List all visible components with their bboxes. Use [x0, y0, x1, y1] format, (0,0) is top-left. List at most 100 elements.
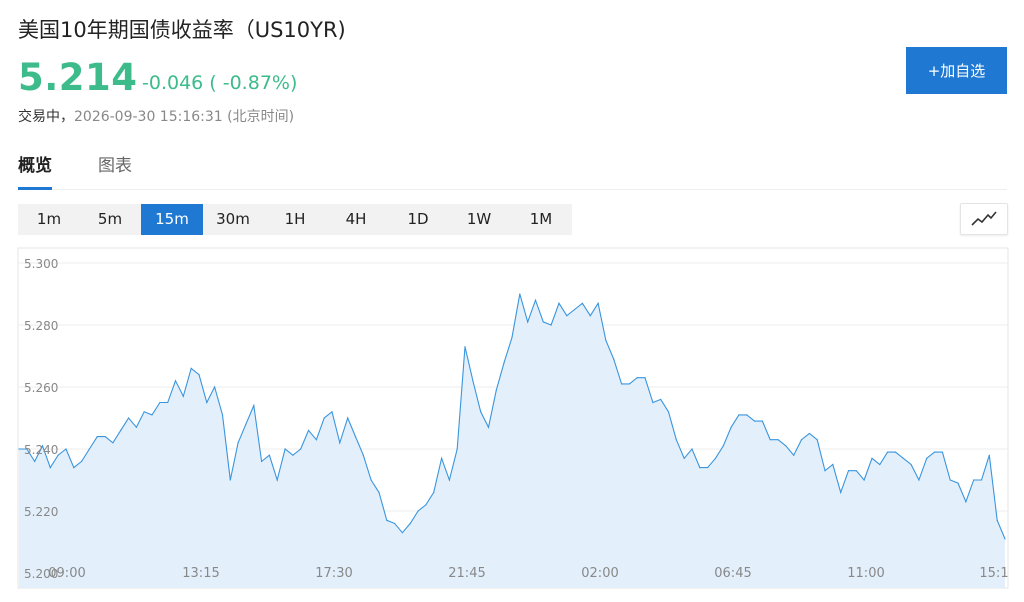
data-point — [433, 491, 435, 493]
data-point — [480, 411, 482, 413]
data-point — [980, 479, 983, 481]
y-tick-label: 5.260 — [24, 381, 58, 395]
data-point — [597, 302, 599, 304]
data-point — [143, 411, 145, 413]
data-point — [81, 460, 83, 462]
data-point — [456, 448, 458, 450]
data-point — [511, 336, 513, 338]
data-point — [793, 454, 795, 456]
data-point — [894, 451, 897, 453]
data-point — [738, 414, 740, 416]
data-point — [628, 383, 631, 385]
data-point — [910, 463, 912, 466]
data-point — [135, 426, 137, 428]
data-point — [761, 420, 764, 422]
data-point — [636, 377, 638, 379]
x-tick-label: 11:00 — [847, 566, 884, 581]
data-point — [581, 302, 584, 304]
data-point — [949, 479, 951, 481]
data-point — [918, 479, 920, 481]
data-point — [472, 380, 474, 382]
data-point — [65, 448, 67, 450]
data-point — [957, 482, 959, 484]
data-point — [691, 448, 693, 450]
data-point — [417, 510, 419, 512]
x-tick-label: 13:15 — [182, 566, 219, 581]
data-point — [769, 439, 771, 441]
data-point — [88, 448, 90, 450]
data-point — [785, 445, 787, 447]
data-point — [707, 467, 709, 469]
data-point — [887, 451, 889, 453]
data-point — [683, 457, 685, 459]
data-point — [18, 448, 20, 450]
data-point — [307, 429, 310, 431]
data-point — [660, 398, 662, 400]
data-point — [902, 457, 904, 459]
data-point — [996, 519, 998, 521]
data-point — [667, 411, 670, 413]
data-point — [879, 463, 881, 466]
data-point — [534, 299, 537, 301]
data-point — [229, 479, 231, 481]
data-point — [1004, 538, 1006, 540]
data-point — [527, 321, 529, 323]
data-point — [613, 358, 615, 360]
data-point — [605, 339, 607, 342]
y-tick-label: 5.220 — [24, 505, 58, 519]
data-point — [245, 423, 247, 425]
data-point — [644, 377, 646, 379]
data-point — [754, 420, 756, 422]
data-point — [941, 451, 944, 453]
data-point — [988, 454, 990, 456]
y-tick-label: 5.280 — [24, 319, 58, 333]
data-point — [159, 401, 161, 404]
data-point — [973, 479, 975, 481]
data-point — [292, 454, 294, 456]
data-point — [253, 405, 255, 407]
data-point — [965, 501, 967, 503]
data-point — [934, 451, 936, 453]
data-point — [128, 417, 130, 419]
data-point — [863, 479, 865, 481]
data-point — [847, 470, 850, 472]
data-point — [300, 448, 302, 450]
data-point — [464, 346, 466, 348]
y-tick-label: 5.300 — [24, 257, 58, 271]
data-point — [550, 324, 552, 326]
data-point — [519, 293, 521, 295]
data-point — [167, 401, 169, 404]
data-point — [378, 491, 380, 493]
data-point — [362, 454, 364, 456]
data-point — [221, 414, 224, 416]
x-tick-label: 06:45 — [714, 566, 751, 581]
data-point — [96, 436, 98, 438]
data-point — [104, 436, 106, 438]
data-point — [206, 401, 208, 404]
data-point — [425, 504, 427, 506]
data-point — [276, 479, 278, 481]
data-point — [800, 439, 803, 441]
data-point — [589, 315, 591, 317]
data-point — [112, 442, 114, 444]
data-point — [370, 479, 372, 481]
data-point — [386, 519, 388, 521]
data-point — [401, 532, 403, 534]
data-point — [832, 463, 834, 466]
data-point — [816, 439, 818, 441]
data-point — [394, 522, 396, 525]
data-point — [284, 448, 286, 450]
data-point — [675, 439, 677, 441]
data-point — [926, 457, 928, 459]
data-point — [503, 361, 505, 363]
data-point — [808, 432, 811, 435]
x-tick-label: 09:00 — [48, 566, 85, 581]
data-point — [315, 439, 317, 441]
price-chart[interactable]: 5.3005.2805.2605.2405.2205.20009:00 13:15… — [0, 0, 1024, 602]
data-point — [777, 439, 779, 441]
data-point — [339, 442, 341, 444]
data-point — [824, 470, 826, 472]
data-point — [331, 411, 333, 413]
data-point — [34, 460, 36, 462]
data-point — [190, 367, 192, 369]
